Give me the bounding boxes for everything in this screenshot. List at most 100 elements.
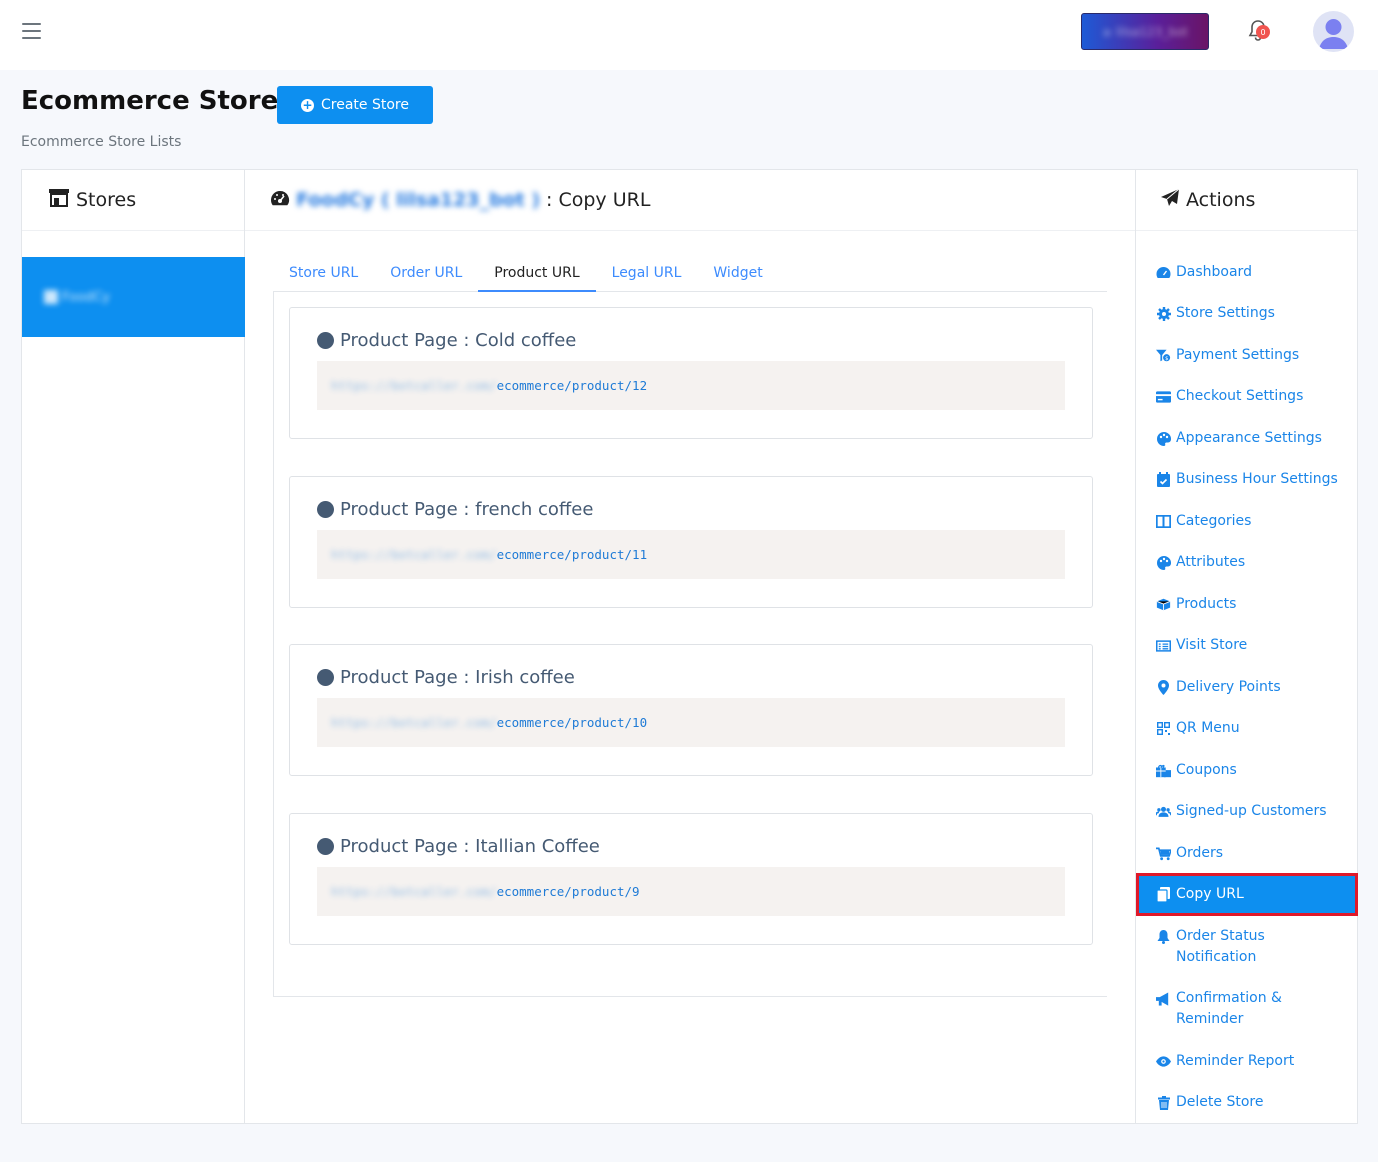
- action-order-status-notification[interactable]: Order Status Notification: [1156, 926, 1341, 968]
- stores-header: Stores: [22, 170, 244, 231]
- action-label: QR Menu: [1176, 720, 1240, 736]
- store-icon: [48, 188, 70, 213]
- cart-icon: [1156, 846, 1171, 861]
- tab-widget[interactable]: Widget: [697, 261, 778, 292]
- eye-icon: [1156, 1054, 1171, 1069]
- payment-icon: $: [1156, 348, 1171, 363]
- dashboard-icon: [270, 189, 290, 212]
- action-label: Dashboard: [1176, 264, 1252, 280]
- megaphone-icon: [1156, 991, 1171, 1006]
- gift-icon: [1156, 763, 1171, 778]
- calendar-check-icon: [1156, 472, 1171, 487]
- palette-icon: [1156, 555, 1171, 570]
- create-store-button[interactable]: + Create Store: [277, 86, 433, 124]
- action-business-hour-settings[interactable]: Business Hour Settings: [1156, 469, 1338, 490]
- circle-icon: [317, 669, 334, 686]
- tab-store-url[interactable]: Store URL: [273, 261, 374, 292]
- action-dashboard[interactable]: Dashboard: [1156, 262, 1252, 283]
- action-checkout-settings[interactable]: Checkout Settings: [1156, 386, 1303, 407]
- product-title: Product Page : Irish coffee: [340, 667, 575, 688]
- action-qr-menu[interactable]: QR Menu: [1156, 718, 1240, 739]
- section-title: : Copy URL: [546, 189, 651, 211]
- action-label: Coupons: [1176, 762, 1237, 778]
- action-label: Copy URL: [1176, 886, 1244, 902]
- store-list-item-label: FoodCy: [62, 289, 110, 305]
- circle-icon: [317, 501, 334, 518]
- action-coupons[interactable]: Coupons: [1156, 760, 1237, 781]
- copy-url-header: FoodCy ( lilsa123_bot ) : Copy URL: [245, 170, 1135, 231]
- action-label: Products: [1176, 596, 1237, 612]
- product-url-code[interactable]: https://botcaller.com/ecommerce/product/…: [317, 361, 1065, 410]
- page-subtitle: Ecommerce Store Lists: [21, 134, 182, 150]
- stores-title: Stores: [76, 189, 137, 211]
- url-host: https://botcaller.com/: [331, 547, 497, 562]
- store-thumbnail-icon: [44, 290, 58, 304]
- action-confirmation-reminder[interactable]: Confirmation & Reminder: [1156, 988, 1341, 1030]
- palette-icon: [1156, 431, 1171, 446]
- store-name: FoodCy ( lilsa123_bot ): [296, 189, 541, 211]
- action-store-settings[interactable]: Store Settings: [1156, 303, 1275, 324]
- bot-selector-button[interactable]: ≥ lilsa123_bot: [1081, 13, 1209, 50]
- hamburger-menu-icon[interactable]: [22, 23, 41, 39]
- actions-panel: Actions Dashboard Store Settings $ Payme…: [1136, 170, 1358, 1123]
- product-title: Product Page : Cold coffee: [340, 330, 577, 351]
- action-label: Payment Settings: [1176, 347, 1300, 363]
- product-url-card: Product Page : Cold coffee https://botca…: [289, 307, 1093, 439]
- tab-legal-url[interactable]: Legal URL: [596, 261, 698, 292]
- url-host: https://botcaller.com/: [331, 884, 497, 899]
- action-categories[interactable]: Categories: [1156, 511, 1251, 532]
- url-path: ecommerce/product/10: [496, 715, 648, 730]
- action-delete-store[interactable]: Delete Store: [1156, 1092, 1263, 1113]
- action-label: Visit Store: [1176, 637, 1248, 653]
- store-list-item[interactable]: FoodCy: [22, 257, 245, 337]
- product-url-code[interactable]: https://botcaller.com/ecommerce/product/…: [317, 530, 1065, 579]
- url-path: ecommerce/product/11: [496, 547, 648, 562]
- store-card: Stores FoodCy FoodCy ( lilsa123_bot ) : …: [21, 169, 1358, 1124]
- copy-url-panel: FoodCy ( lilsa123_bot ) : Copy URL Store…: [245, 170, 1136, 1123]
- action-payment-settings[interactable]: $ Payment Settings: [1156, 345, 1299, 366]
- map-pin-icon: [1156, 680, 1171, 695]
- action-appearance-settings[interactable]: Appearance Settings: [1156, 428, 1322, 449]
- box-icon: [1156, 597, 1171, 612]
- action-label: Delivery Points: [1176, 679, 1281, 695]
- action-delivery-points[interactable]: Delivery Points: [1156, 677, 1281, 698]
- product-title: Product Page : Itallian Coffee: [340, 836, 600, 857]
- top-navbar: ≥ lilsa123_bot 0: [0, 0, 1378, 70]
- url-tabs: Store URL Order URL Product URL Legal UR…: [273, 261, 1107, 292]
- qrcode-icon: [1156, 721, 1171, 736]
- url-host: https://botcaller.com/: [331, 715, 497, 730]
- notification-count-badge: 0: [1256, 25, 1270, 39]
- action-products[interactable]: Products: [1156, 594, 1236, 615]
- product-url-pane: Product Page : Cold coffee https://botca…: [273, 292, 1107, 997]
- action-reminder-report[interactable]: Reminder Report: [1156, 1051, 1294, 1072]
- action-attributes[interactable]: Attributes: [1156, 552, 1245, 573]
- product-url-code[interactable]: https://botcaller.com/ecommerce/product/…: [317, 698, 1065, 747]
- create-store-label: Create Store: [321, 97, 409, 113]
- copy-icon: [1156, 887, 1171, 902]
- action-label: Reminder Report: [1176, 1053, 1295, 1069]
- bot-selector-label: ≥ lilsa123_bot: [1101, 24, 1189, 39]
- svg-text:$: $: [1165, 356, 1168, 362]
- circle-icon: [317, 332, 334, 349]
- action-copy-url[interactable]: Copy URL: [1136, 873, 1358, 916]
- page-title: Ecommerce Store: [21, 86, 279, 116]
- trash-icon: [1156, 1095, 1171, 1110]
- bell-icon: [1156, 929, 1171, 944]
- actions-header: Actions: [1136, 170, 1357, 231]
- plus-circle-icon: +: [301, 98, 314, 112]
- tab-product-url[interactable]: Product URL: [478, 261, 596, 292]
- product-url-code[interactable]: https://botcaller.com/ecommerce/product/…: [317, 867, 1065, 916]
- action-label: Attributes: [1176, 554, 1246, 570]
- action-label: Order Status Notification: [1176, 928, 1265, 965]
- columns-icon: [1156, 514, 1171, 529]
- action-signed-up-customers[interactable]: Signed-up Customers: [1156, 801, 1327, 822]
- user-avatar[interactable]: [1313, 11, 1354, 52]
- action-label: Business Hour Settings: [1176, 471, 1338, 487]
- product-url-card: Product Page : french coffee https://bot…: [289, 476, 1093, 608]
- tab-order-url[interactable]: Order URL: [374, 261, 478, 292]
- action-visit-store[interactable]: Visit Store: [1156, 635, 1247, 656]
- users-icon: [1156, 804, 1171, 819]
- action-label: Store Settings: [1176, 305, 1275, 321]
- action-orders[interactable]: Orders: [1156, 843, 1223, 864]
- action-label: Appearance Settings: [1176, 430, 1322, 446]
